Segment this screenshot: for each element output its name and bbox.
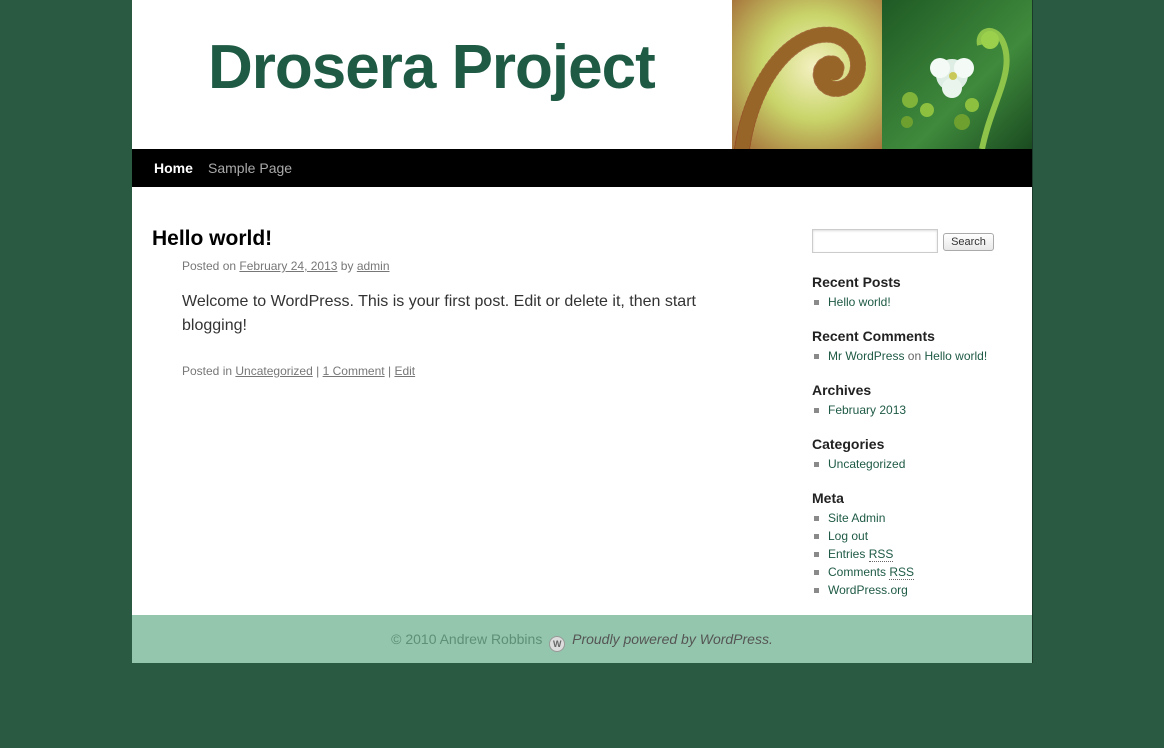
widget-title: Recent Posts xyxy=(812,274,901,290)
separator: | xyxy=(387,364,392,378)
post-edit-link[interactable]: Edit xyxy=(394,364,415,378)
main-navigation: Home Sample Page xyxy=(132,149,1032,187)
widget-recent-posts: Recent Posts Hello world! xyxy=(812,273,1022,311)
widget-archives: Archives February 2013 xyxy=(812,381,1022,419)
meta-by: by xyxy=(340,259,354,273)
separator: | xyxy=(316,364,320,378)
post-content: Welcome to WordPress. This is your first… xyxy=(182,293,696,334)
page-wrapper: Drosera Project Home Sample Page Hello w… xyxy=(132,0,1033,663)
search-input[interactable] xyxy=(812,229,938,253)
post-meta: Posted on February 24, 2013 by admin xyxy=(182,259,390,273)
comments-rss-link[interactable]: Comments RSS xyxy=(828,565,915,580)
post-author-link[interactable]: admin xyxy=(357,259,390,273)
meta-prefix: Posted on xyxy=(182,259,237,273)
footer-powered-link[interactable]: Proudly powered by WordPress. xyxy=(572,631,773,647)
site-header: Drosera Project xyxy=(132,0,1032,149)
list-item: Mr WordPress on Hello world! xyxy=(812,347,1022,365)
post-title[interactable]: Hello world! xyxy=(152,227,272,251)
list-item: Uncategorized xyxy=(812,455,1022,473)
comment-author-link[interactable]: Mr WordPress xyxy=(828,349,904,363)
category-link[interactable]: Uncategorized xyxy=(828,457,905,471)
comment-post-link[interactable]: Hello world! xyxy=(925,349,988,363)
widget-meta: Meta Site Admin Log out Entries RSS Comm… xyxy=(812,489,1022,599)
list-item: Entries RSS xyxy=(812,545,1022,563)
comments-label: Comments xyxy=(828,565,887,579)
search-button[interactable]: Search xyxy=(943,233,994,251)
entries-rss-link[interactable]: Entries RSS xyxy=(828,547,894,562)
rss-abbr: RSS xyxy=(868,547,894,562)
widget-categories: Categories Uncategorized xyxy=(812,435,1022,473)
footer-copyright[interactable]: © 2010 Andrew Robbins xyxy=(391,631,542,647)
archive-link[interactable]: February 2013 xyxy=(828,403,906,417)
list-item: February 2013 xyxy=(812,401,1022,419)
entries-label: Entries xyxy=(828,547,866,561)
post-category-link[interactable]: Uncategorized xyxy=(235,364,312,378)
site-footer: © 2010 Andrew Robbins W Proudly powered … xyxy=(132,615,1032,663)
wordpress-icon: W xyxy=(549,636,566,652)
post-utility: Posted in Uncategorized | 1 Comment | Ed… xyxy=(182,364,415,378)
site-title[interactable]: Drosera Project xyxy=(208,28,656,108)
nav-item-sample-page[interactable]: Sample Page xyxy=(208,149,292,187)
post-date-link[interactable]: February 24, 2013 xyxy=(239,259,337,273)
list-item: Hello world! xyxy=(812,293,1022,311)
nav-item-home[interactable]: Home xyxy=(154,149,193,187)
list-item: Comments RSS xyxy=(812,563,1022,581)
rss-abbr: RSS xyxy=(889,565,915,580)
list-item: Site Admin xyxy=(812,509,1022,527)
header-image xyxy=(732,0,1032,149)
comment-on: on xyxy=(907,349,922,363)
wordpress-org-link[interactable]: WordPress.org xyxy=(828,583,908,597)
widget-recent-comments: Recent Comments Mr WordPress on Hello wo… xyxy=(812,327,1022,365)
widget-title: Archives xyxy=(812,382,872,398)
utility-prefix: Posted in xyxy=(182,364,233,378)
log-out-link[interactable]: Log out xyxy=(828,529,868,543)
site-admin-link[interactable]: Site Admin xyxy=(828,511,885,525)
recent-post-link[interactable]: Hello world! xyxy=(828,295,891,309)
post-comments-link[interactable]: 1 Comment xyxy=(323,364,385,378)
widget-title: Meta xyxy=(812,490,844,506)
list-item: WordPress.org xyxy=(812,581,1022,599)
list-item: Log out xyxy=(812,527,1022,545)
widget-title: Recent Comments xyxy=(812,328,935,344)
widget-title: Categories xyxy=(812,436,885,452)
